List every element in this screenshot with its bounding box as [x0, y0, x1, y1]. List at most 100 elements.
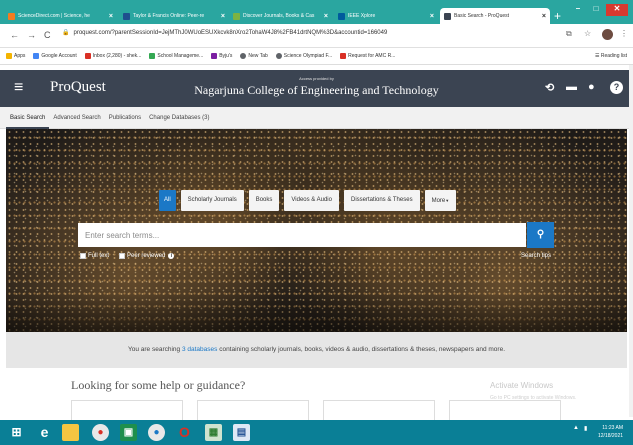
- system-clock[interactable]: 11:23 AM 12/18/2021: [598, 424, 623, 440]
- share-icon[interactable]: ⧉: [566, 29, 572, 39]
- databases-info: You are searching 3 databases containing…: [6, 332, 627, 368]
- menu-dots-icon[interactable]: ⋮: [620, 29, 628, 38]
- tab-dissertations-theses[interactable]: Dissertations & Theses: [343, 190, 420, 211]
- user-icon[interactable]: ●: [588, 81, 595, 93]
- app-icon[interactable]: ▣: [120, 424, 137, 441]
- institution-name: Nagarjuna College of Engineering and Tec…: [194, 83, 439, 97]
- tab-videos-audio[interactable]: Videos & Audio: [284, 190, 339, 211]
- minimize-window-button[interactable]: –: [570, 4, 586, 16]
- browser-tab[interactable]: ScienceDirect.com | Science, he ×: [4, 8, 117, 24]
- tab-favicon-icon: [444, 12, 451, 20]
- forward-icon[interactable]: →: [27, 30, 36, 40]
- search-tips-link[interactable]: Search tips: [521, 253, 551, 259]
- file-explorer-icon[interactable]: [62, 424, 79, 441]
- tab-favicon-icon: [123, 12, 130, 20]
- url-field[interactable]: 🔒 proquest.com/?parentSessionId=JejMThJ0W…: [62, 29, 387, 36]
- search-button[interactable]: ⚲: [527, 222, 554, 248]
- access-provided-label: Access provided by: [299, 76, 334, 81]
- close-tab-icon[interactable]: ×: [427, 13, 434, 20]
- bookmark-request-amc[interactable]: Request for AMC R...: [340, 53, 395, 59]
- page-scrollbar[interactable]: [629, 65, 633, 417]
- search-input[interactable]: [78, 223, 526, 247]
- close-tab-icon[interactable]: ×: [321, 13, 328, 20]
- full-text-checkbox[interactable]: [80, 253, 86, 259]
- browser-tab[interactable]: Discover Journals, Books & Cas ×: [229, 8, 332, 24]
- tab-favicon-icon: [8, 12, 15, 20]
- network-icon[interactable]: ▮: [584, 425, 587, 432]
- spreadsheet-icon[interactable]: ▦: [205, 424, 222, 441]
- folder-icon[interactable]: ▬: [566, 81, 577, 93]
- lock-icon: 🔒: [62, 30, 70, 36]
- bookmark-google-account[interactable]: Google Account: [33, 53, 77, 59]
- bookmark-star-icon[interactable]: ☆: [584, 29, 591, 38]
- tab-title: Discover Journals, Books & Cas: [243, 13, 315, 19]
- tab-more[interactable]: More▼: [424, 190, 457, 211]
- help-card[interactable]: [323, 400, 435, 420]
- nav-basic-search[interactable]: Basic Search: [6, 107, 50, 129]
- browser-tab[interactable]: IEEE Xplore ×: [334, 8, 438, 24]
- chrome-icon[interactable]: ●: [92, 424, 109, 441]
- nav-publications[interactable]: Publications: [105, 107, 145, 129]
- reload-icon[interactable]: C: [44, 30, 51, 40]
- bookmark-inbox[interactable]: Inbox (2,280) - shek...: [84, 53, 141, 59]
- bookmark-school-management[interactable]: School Manageme...: [149, 53, 203, 59]
- bookmark-apps[interactable]: Apps: [6, 53, 25, 59]
- bookmark-science-olympiad[interactable]: Science Olympiad F...: [275, 53, 332, 59]
- info-icon[interactable]: i: [168, 253, 175, 259]
- url-text: proquest.com/?parentSessionId=JejMThJ0WU…: [73, 30, 388, 36]
- close-tab-icon[interactable]: ×: [539, 13, 546, 20]
- activate-windows-watermark: Activate Windows: [490, 381, 554, 390]
- search-mode-nav: Basic Search Advanced Search Publication…: [0, 107, 633, 129]
- caret-down-icon: ▼: [445, 198, 450, 203]
- maximize-window-button[interactable]: □: [588, 4, 604, 16]
- tab-title: Taylor & Francis Online: Peer-re: [133, 13, 205, 19]
- full-text-label: Full text: [88, 253, 110, 259]
- chrome-profile-icon[interactable]: ●: [148, 424, 165, 441]
- help-icon[interactable]: ?: [610, 81, 623, 94]
- help-card[interactable]: [71, 400, 183, 420]
- windows-start-icon[interactable]: ⊞: [8, 424, 25, 441]
- help-section-title: Looking for some help or guidance?: [71, 378, 246, 392]
- bookmark-new-tab[interactable]: New Tab: [240, 53, 268, 59]
- document-icon[interactable]: ▤: [233, 424, 250, 441]
- tab-scholarly-journals[interactable]: Scholarly Journals: [180, 190, 244, 211]
- close-tab-icon[interactable]: ×: [106, 13, 113, 20]
- bookmarks-bar: Apps Google Account Inbox (2,280) - shek…: [0, 48, 633, 65]
- browser-tab-active[interactable]: Basic Search - ProQuest ×: [440, 8, 550, 24]
- help-card[interactable]: [197, 400, 309, 420]
- search-options: Full text Peer reviewed i: [80, 253, 175, 259]
- back-icon[interactable]: ←: [10, 30, 19, 40]
- source-type-tabs: All Scholarly Journals Books Videos & Au…: [159, 190, 457, 211]
- activate-windows-hint: Go to PC settings to activate Windows.: [490, 395, 577, 401]
- new-tab-button[interactable]: +: [554, 9, 561, 23]
- bookmark-byjus[interactable]: Byju's: [211, 53, 232, 59]
- recent-searches-icon[interactable]: ⟲: [545, 81, 554, 94]
- globe-icon: [275, 53, 282, 59]
- internet-explorer-icon[interactable]: e: [36, 424, 53, 441]
- proquest-header: ≡ ProQuest Access provided by Nagarjuna …: [0, 70, 633, 107]
- peer-reviewed-checkbox[interactable]: [119, 253, 126, 259]
- windows-taskbar: ⊞ e ● ▣ ● O ▦ ▤ ▲ ▮ 11:23 AM 12/18/2021: [0, 420, 633, 445]
- gmail-icon: [340, 53, 347, 59]
- browser-tab[interactable]: Taylor & Francis Online: Peer-re ×: [119, 8, 229, 24]
- reading-list-button[interactable]: ☰ Reading list: [595, 53, 627, 59]
- tab-books[interactable]: Books: [248, 190, 280, 211]
- tab-title: ScienceDirect.com | Science, he: [18, 13, 90, 19]
- address-bar: ← → C 🔒 proquest.com/?parentSessionId=Jej…: [0, 24, 633, 48]
- tray-arrow-icon[interactable]: ▲: [573, 425, 579, 431]
- close-tab-icon[interactable]: ×: [218, 13, 225, 20]
- tab-favicon-icon: [338, 12, 345, 20]
- tab-title: IEEE Xplore: [348, 13, 376, 19]
- tab-favicon-icon: [233, 12, 240, 20]
- profile-avatar[interactable]: [602, 29, 613, 40]
- close-window-button[interactable]: ✕: [606, 4, 628, 16]
- nav-change-databases[interactable]: Change Databases (3): [145, 107, 213, 129]
- nav-advanced-search[interactable]: Advanced Search: [49, 107, 104, 129]
- opera-icon[interactable]: O: [176, 424, 193, 441]
- apps-grid-icon: [6, 53, 12, 59]
- databases-link[interactable]: 3 databases: [182, 346, 217, 353]
- help-card[interactable]: [449, 400, 561, 420]
- byjus-icon: [211, 53, 218, 59]
- google-icon: [33, 53, 40, 59]
- tab-all[interactable]: All: [159, 190, 176, 211]
